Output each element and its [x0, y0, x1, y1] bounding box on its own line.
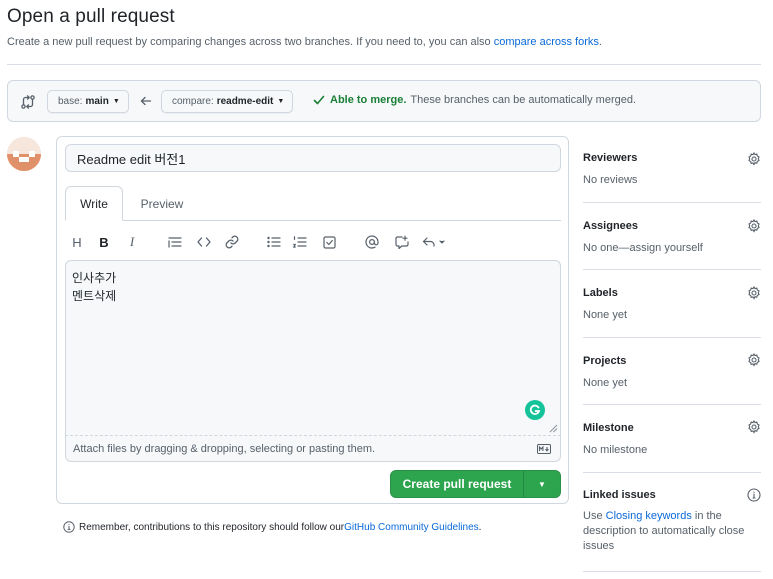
contribution-note-text: Remember, contributions to this reposito… [79, 521, 345, 533]
merge-ok-text: Able to merge. [330, 94, 407, 106]
pr-title-input[interactable]: Readme edit 버전1 [65, 144, 561, 172]
triangle-down-icon: ▼ [112, 98, 120, 105]
closing-keywords-link[interactable]: Closing keywords [606, 510, 692, 522]
sidebar-linked-issues: Linked issues Use Closing keywords in th… [583, 489, 761, 554]
avatar[interactable] [7, 137, 41, 171]
ordered-list-button[interactable] [292, 233, 308, 251]
gear-icon[interactable] [747, 353, 761, 367]
italic-icon: I [129, 234, 135, 249]
unordered-list-button[interactable] [266, 233, 282, 251]
gear-icon[interactable] [747, 286, 761, 300]
triangle-down-icon: ▼ [277, 98, 285, 105]
milestone-title[interactable]: Milestone [583, 422, 761, 434]
divider [583, 571, 761, 572]
heading-icon: H [72, 234, 82, 250]
heading-button[interactable]: H [70, 233, 84, 251]
sidebar-labels[interactable]: Labels None yet [583, 287, 761, 323]
community-guidelines-link[interactable]: GitHub Community Guidelines [344, 522, 479, 533]
task-list-button[interactable] [321, 233, 337, 251]
code-icon [197, 237, 211, 247]
page-subtitle: Create a new pull request by comparing c… [7, 36, 602, 48]
info-icon [63, 521, 75, 533]
subtitle-text: Create a new pull request by comparing c… [7, 36, 494, 48]
divider [583, 202, 761, 203]
gear-icon[interactable] [747, 219, 761, 233]
gear-icon[interactable] [747, 152, 761, 166]
create-pull-request-label[interactable]: Create pull request [391, 471, 524, 497]
cross-reference-icon [395, 235, 409, 249]
sidebar-assignees[interactable]: Assignees No one—assign yourself [583, 220, 761, 256]
base-branch-value: main [85, 96, 109, 107]
quote-icon [168, 237, 182, 248]
base-branch-select[interactable]: base: main ▼ [47, 90, 129, 113]
attach-files-text: Attach files by dragging & dropping, sel… [73, 443, 376, 455]
page-title: Open a pull request [7, 6, 175, 27]
create-pull-request-button[interactable]: Create pull request ▼ [390, 470, 561, 498]
milestone-value: No milestone [583, 444, 648, 456]
compare-branch-value: readme-edit [216, 96, 274, 107]
tab-preview[interactable]: Preview [130, 186, 194, 221]
divider [583, 337, 761, 338]
assignees-value[interactable]: No one—assign yourself [583, 241, 761, 256]
projects-value: None yet [583, 377, 628, 389]
grammarly-icon[interactable] [525, 400, 545, 420]
projects-title[interactable]: Projects [583, 355, 761, 367]
contribution-note: Remember, contributions to this reposito… [63, 521, 481, 533]
sidebar-projects[interactable]: Projects None yet [583, 355, 761, 391]
resize-handle-icon[interactable] [549, 424, 558, 433]
markdown-icon [537, 444, 551, 454]
sidebar-reviewers[interactable]: Reviewers No reviews [583, 152, 761, 188]
task-list-icon [322, 235, 336, 249]
info-icon[interactable] [747, 488, 761, 502]
link-button[interactable] [224, 233, 240, 251]
divider [7, 64, 761, 65]
compare-branch-select[interactable]: compare: readme-edit ▼ [161, 90, 294, 113]
saved-replies-button[interactable] [421, 233, 447, 251]
mention-button[interactable] [363, 233, 381, 251]
compare-branch-label: compare: [172, 96, 214, 107]
pr-body-text[interactable]: 인사추가 멘트삭제 [72, 269, 116, 305]
triangle-down-icon[interactable]: ▼ [524, 471, 560, 497]
linked-issues-title: Linked issues [583, 489, 656, 501]
divider [583, 404, 761, 405]
assignees-title[interactable]: Assignees [583, 220, 761, 232]
git-compare-icon [20, 94, 36, 110]
tab-write[interactable]: Write [65, 186, 123, 221]
contribution-note-suffix: . [478, 521, 482, 533]
check-icon [313, 94, 325, 106]
labels-title[interactable]: Labels [583, 287, 761, 299]
bold-button[interactable]: B [97, 233, 111, 251]
reference-button[interactable] [393, 233, 411, 251]
base-branch-label: base: [58, 96, 83, 107]
sidebar-milestone[interactable]: Milestone No milestone [583, 422, 761, 458]
subtitle-suffix: . [598, 36, 602, 48]
arrow-left-icon [140, 94, 152, 108]
compare-across-forks-link[interactable]: compare across forks [494, 36, 599, 48]
ordered-list-icon [293, 236, 307, 248]
unordered-list-icon [267, 236, 281, 248]
bold-icon: B [99, 234, 109, 250]
divider [583, 269, 761, 270]
reviewers-value: No reviews [583, 174, 638, 186]
merge-status: Able to merge. These branches can be aut… [313, 94, 636, 106]
reply-icon [422, 237, 445, 247]
code-button[interactable] [195, 233, 213, 251]
linked-issues-value: Use Closing keywords in the description … [583, 509, 753, 554]
linked-issues-prefix: Use [583, 510, 606, 522]
italic-button[interactable]: I [125, 233, 139, 251]
divider [583, 472, 761, 473]
link-icon [225, 235, 239, 249]
quote-button[interactable] [167, 233, 183, 251]
reviewers-title[interactable]: Reviewers [583, 152, 761, 164]
merge-desc-text: These branches can be automatically merg… [410, 94, 637, 106]
mention-icon [365, 235, 379, 249]
gear-icon[interactable] [747, 420, 761, 434]
labels-value: None yet [583, 309, 628, 321]
pr-body-textarea[interactable] [65, 260, 561, 435]
